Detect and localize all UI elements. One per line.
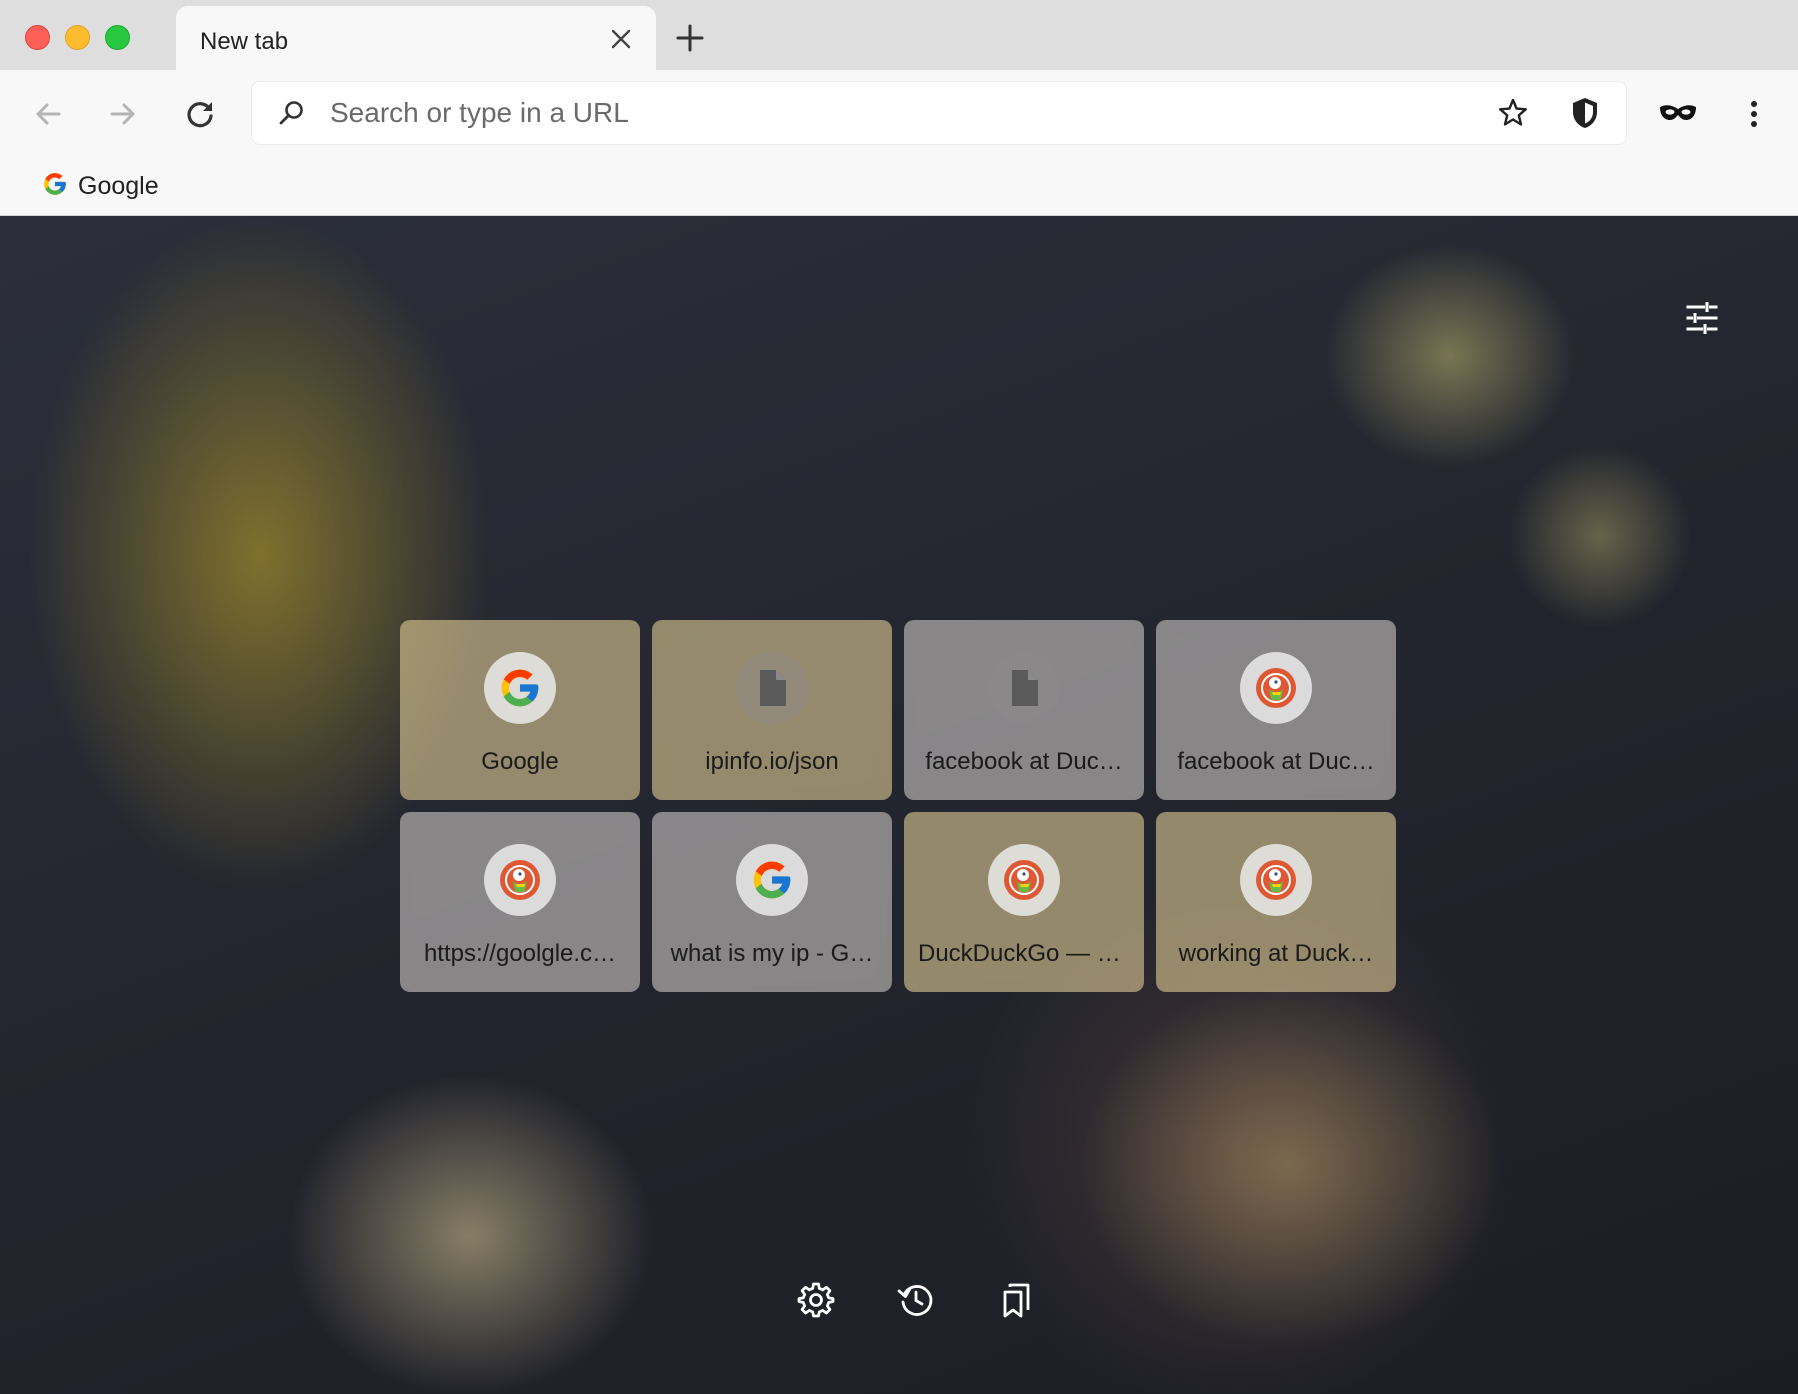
shortcut-tile[interactable]: what is my ip - G… — [652, 812, 892, 992]
shortcut-grid: Google ipinfo.io/json facebook at Duc… f… — [400, 620, 1400, 992]
tile-title: facebook at Duc… — [1177, 748, 1375, 775]
tile-favicon — [988, 844, 1060, 916]
arrow-left-icon — [36, 103, 61, 125]
tile-title: facebook at Duc… — [925, 748, 1123, 775]
tile-title: Google — [481, 748, 559, 775]
bookmark-label: Google — [78, 171, 159, 200]
shortcut-tile[interactable]: facebook at Duc… — [1156, 620, 1396, 800]
kebab-menu-icon[interactable] — [1736, 94, 1772, 134]
toolbar — [0, 70, 1798, 156]
ntp-footer — [790, 1276, 1030, 1326]
shortcut-tile[interactable]: https://goolgle.c… — [400, 812, 640, 992]
shortcut-tile[interactable]: working at Duck… — [1156, 812, 1396, 992]
plus-icon[interactable] — [672, 20, 708, 56]
tile-favicon — [988, 652, 1060, 724]
google-g-icon — [753, 861, 791, 899]
shortcut-tile[interactable]: ipinfo.io/json — [652, 620, 892, 800]
tab-strip: New tab — [0, 0, 1798, 70]
tile-title: DuckDuckGo — P… — [918, 940, 1130, 967]
document-icon — [760, 670, 786, 706]
search-icon — [276, 98, 306, 128]
back-button[interactable] — [28, 94, 68, 134]
tile-title: https://goolgle.c… — [423, 940, 617, 967]
bookmark-google[interactable]: Google — [36, 166, 165, 206]
tab-title: New tab — [200, 28, 289, 55]
duckduckgo-icon — [1004, 860, 1044, 900]
window-minimize-button[interactable] — [65, 25, 90, 50]
google-g-icon — [42, 171, 68, 202]
duckduckgo-icon — [1256, 860, 1296, 900]
tab-new-tab[interactable]: New tab — [176, 6, 656, 70]
reload-icon — [187, 102, 213, 128]
duckduckgo-icon — [500, 860, 540, 900]
tile-title: what is my ip - G… — [670, 940, 874, 967]
tile-favicon — [736, 652, 808, 724]
new-tab-page: Google ipinfo.io/json facebook at Duc… f… — [0, 216, 1798, 1394]
address-input[interactable] — [330, 82, 1410, 144]
tile-favicon — [484, 844, 556, 916]
tile-title: working at Duck… — [1178, 940, 1374, 967]
window-zoom-button[interactable] — [105, 25, 130, 50]
bookmarks-icon[interactable] — [996, 1280, 1036, 1320]
tile-title: ipinfo.io/json — [705, 748, 839, 775]
star-icon[interactable] — [1496, 96, 1530, 130]
document-icon — [1012, 670, 1038, 706]
window-close-button[interactable] — [25, 25, 50, 50]
reload-button[interactable] — [180, 94, 220, 134]
close-icon[interactable] — [608, 26, 634, 52]
duckduckgo-icon — [1256, 668, 1296, 708]
tile-favicon — [736, 844, 808, 916]
google-g-icon — [501, 669, 539, 707]
forward-button[interactable] — [103, 94, 143, 134]
shield-icon[interactable] — [1568, 95, 1602, 131]
omnibox[interactable] — [252, 82, 1626, 144]
tile-favicon — [1240, 844, 1312, 916]
shortcut-tile[interactable]: DuckDuckGo — P… — [904, 812, 1144, 992]
tile-favicon — [484, 652, 556, 724]
arrow-right-icon — [110, 103, 135, 125]
bookmarks-bar: Google — [0, 156, 1798, 216]
history-icon[interactable] — [896, 1280, 936, 1320]
tile-favicon — [1240, 652, 1312, 724]
gear-icon[interactable] — [796, 1280, 836, 1320]
shortcut-tile[interactable]: Google — [400, 620, 640, 800]
sliders-icon[interactable] — [1682, 298, 1722, 338]
shortcut-tile[interactable]: facebook at Duc… — [904, 620, 1144, 800]
mask-icon[interactable] — [1656, 96, 1700, 130]
